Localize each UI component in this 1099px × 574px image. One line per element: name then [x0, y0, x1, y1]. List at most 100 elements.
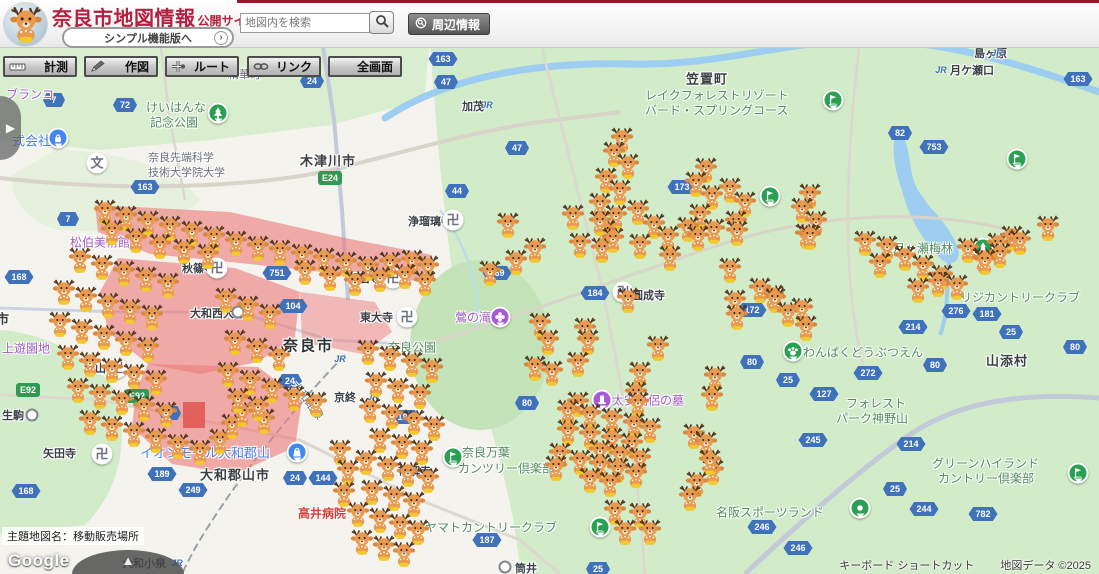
deer-marker[interactable] [112, 260, 136, 286]
deer-marker[interactable] [216, 361, 240, 387]
deer-marker[interactable] [368, 266, 392, 292]
deer-marker[interactable] [304, 391, 328, 417]
deer-marker[interactable] [100, 415, 124, 441]
deer-marker[interactable] [613, 519, 637, 545]
deer-marker[interactable] [420, 357, 444, 383]
deer-marker[interactable] [148, 233, 172, 259]
deer-marker[interactable] [154, 401, 178, 427]
deer-marker[interactable] [110, 389, 134, 415]
golf-pin[interactable] [1006, 148, 1028, 170]
keyboard-shortcuts-link[interactable]: キーボード ショートカット [839, 557, 974, 573]
dot-pin[interactable] [849, 497, 871, 519]
deer-marker[interactable] [223, 329, 247, 355]
deer-marker[interactable] [134, 266, 158, 292]
deer-marker[interactable] [646, 335, 670, 361]
map-canvas[interactable]: 7 72 24 163 47 47 44 173 163 7 168 751 104 24 369 184 17… [0, 0, 1099, 574]
paw-pin[interactable] [782, 340, 804, 362]
deer-marker[interactable] [96, 292, 120, 318]
golf-pin[interactable] [1067, 462, 1089, 484]
deer-marker[interactable] [624, 462, 648, 488]
tree-pin[interactable] [207, 102, 229, 124]
deer-marker[interactable] [1036, 215, 1060, 241]
link-button[interactable]: リンク [247, 56, 321, 77]
deer-marker[interactable] [68, 247, 92, 273]
deer-marker[interactable] [566, 351, 590, 377]
deer-marker[interactable] [616, 287, 640, 313]
deer-marker[interactable] [214, 287, 238, 313]
deer-marker[interactable] [700, 385, 724, 411]
deer-marker[interactable] [136, 336, 160, 362]
deer-marker[interactable] [48, 311, 72, 337]
golf-pin[interactable] [822, 89, 844, 111]
bag-pin[interactable] [286, 441, 308, 463]
deer-marker[interactable] [686, 225, 710, 251]
deer-marker[interactable] [246, 235, 270, 261]
deer-marker[interactable] [380, 403, 404, 429]
deer-marker[interactable] [601, 227, 625, 253]
deer-marker[interactable] [88, 383, 112, 409]
deer-marker[interactable] [748, 277, 772, 303]
deer-marker[interactable] [100, 219, 124, 245]
deer-marker[interactable] [868, 252, 892, 278]
deer-marker[interactable] [258, 303, 282, 329]
deer-marker[interactable] [282, 385, 306, 411]
deer-marker[interactable] [268, 239, 292, 265]
deer-marker[interactable] [413, 270, 437, 296]
deer-marker[interactable] [536, 329, 560, 355]
deer-marker[interactable] [246, 395, 270, 421]
deer-marker[interactable] [74, 286, 98, 312]
deer-marker[interactable] [906, 277, 930, 303]
deer-marker[interactable] [140, 304, 164, 330]
deer-marker[interactable] [124, 227, 148, 253]
deer-marker[interactable] [568, 232, 592, 258]
deer-marker[interactable] [293, 259, 317, 285]
deer-marker[interactable] [224, 230, 248, 256]
deer-marker[interactable] [70, 318, 94, 344]
deer-marker[interactable] [718, 257, 742, 283]
deer-marker[interactable] [698, 449, 722, 475]
deer-marker[interactable] [90, 254, 114, 280]
search-button[interactable] [369, 11, 394, 34]
deer-marker[interactable] [332, 481, 356, 507]
draw-button[interactable]: 作図 [84, 56, 158, 77]
route-button[interactable]: ルート [165, 56, 239, 77]
deer-marker[interactable] [172, 238, 196, 264]
deer-marker[interactable] [114, 330, 138, 356]
deer-marker[interactable] [78, 409, 102, 435]
deer-marker[interactable] [56, 344, 80, 370]
deer-marker[interactable] [540, 360, 564, 386]
flower-pin[interactable] [489, 306, 511, 328]
deer-marker[interactable] [544, 455, 568, 481]
deer-marker[interactable] [245, 337, 269, 363]
deer-marker[interactable] [794, 315, 818, 341]
deer-marker[interactable] [678, 485, 702, 511]
deer-marker[interactable] [496, 212, 520, 238]
deer-marker[interactable] [725, 220, 749, 246]
deer-marker[interactable] [638, 519, 662, 545]
deer-marker[interactable] [118, 298, 142, 324]
deer-marker[interactable] [364, 371, 388, 397]
deer-marker[interactable] [350, 529, 374, 555]
deer-marker[interactable] [628, 233, 652, 259]
deer-marker[interactable] [504, 249, 528, 275]
deer-marker[interactable] [973, 249, 997, 275]
deer-marker[interactable] [144, 369, 168, 395]
deer-marker[interactable] [386, 377, 410, 403]
deer-marker[interactable] [144, 427, 168, 453]
deer-marker[interactable] [408, 383, 432, 409]
deer-marker[interactable] [100, 357, 124, 383]
deer-marker[interactable] [798, 224, 822, 250]
fullscreen-button[interactable]: 全画面 [328, 56, 402, 77]
google-logo[interactable]: Google [8, 551, 70, 571]
manji-pin[interactable]: 卍 [91, 443, 113, 465]
deer-marker[interactable] [478, 260, 502, 286]
deer-marker[interactable] [267, 345, 291, 371]
search-input[interactable] [240, 13, 370, 33]
deer-marker[interactable] [422, 415, 446, 441]
measure-button[interactable]: 計測 [3, 56, 77, 77]
golf-pin[interactable] [442, 446, 464, 468]
around-info-button[interactable]: 周辺情報 [408, 13, 491, 35]
deer-marker[interactable] [561, 204, 585, 230]
deer-marker[interactable] [356, 339, 380, 365]
deer-marker[interactable] [156, 272, 180, 298]
